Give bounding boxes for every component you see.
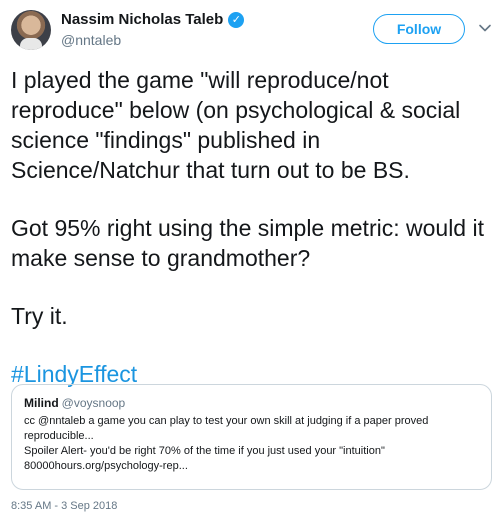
tweet-text: I played the game "will reproduce/not re… — [11, 65, 495, 389]
tweet-paragraph: Got 95% right using the simple metric: w… — [11, 215, 484, 271]
follow-button[interactable]: Follow — [373, 14, 465, 44]
quoted-line: reproducible... — [24, 430, 94, 442]
quoted-line: Spoiler Alert- you'd be right 70% of the… — [24, 445, 385, 457]
quoted-line: cc @nntaleb a game you can play to test … — [24, 415, 429, 427]
quoted-author-handle: @voysnoop — [61, 396, 126, 410]
author-handle[interactable]: @nntaleb — [61, 32, 121, 48]
quoted-author-name: Milind — [24, 396, 59, 410]
avatar-collar — [20, 38, 42, 50]
tweet-paragraph: Try it. — [11, 303, 68, 329]
verified-badge-icon: ✓ — [228, 11, 245, 28]
quoted-tweet-body: cc @nntaleb a game you can play to test … — [24, 414, 479, 474]
quoted-tweet-header: Milind @voysnoop — [24, 395, 479, 411]
quoted-tweet[interactable]: Milind @voysnoop cc @nntaleb a game you c… — [11, 384, 492, 490]
avatar[interactable] — [11, 10, 51, 50]
author-name[interactable]: Nassim Nicholas Taleb — [61, 11, 223, 28]
chevron-down-icon[interactable] — [478, 21, 492, 35]
author-name-row: Nassim Nicholas Taleb ✓ — [61, 11, 245, 28]
quoted-link[interactable]: 80000hours.org/psychology-rep... — [24, 459, 479, 474]
tweet-paragraph: I played the game "will reproduce/not re… — [11, 67, 461, 183]
tweet-timestamp[interactable]: 8:35 AM - 3 Sep 2018 — [11, 500, 117, 512]
